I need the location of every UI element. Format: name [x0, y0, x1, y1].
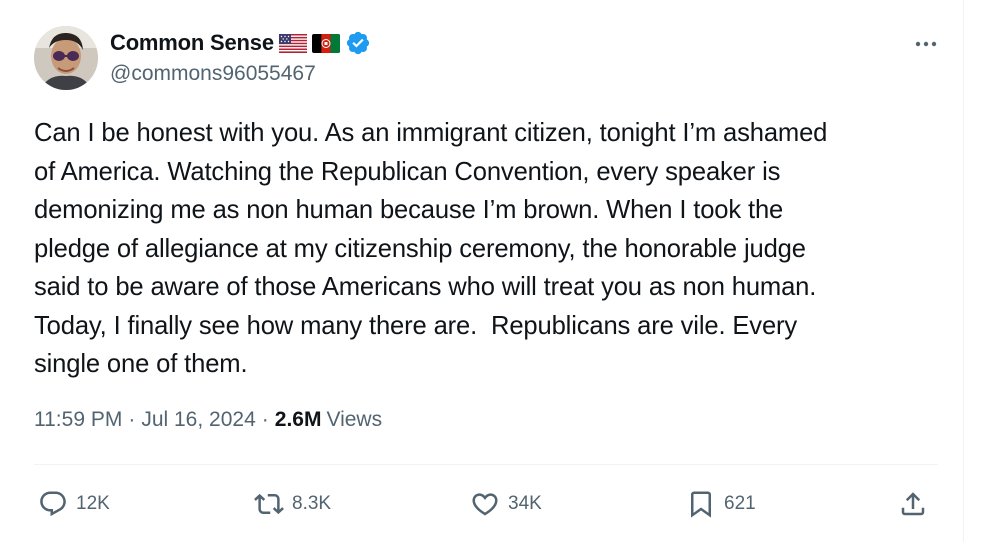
tweet-date[interactable]: Jul 16, 2024	[141, 408, 255, 432]
name-row: Common Sense	[110, 30, 371, 56]
more-options-icon[interactable]	[908, 30, 944, 58]
meta-separator: ·	[128, 408, 136, 431]
share-button[interactable]	[898, 482, 928, 526]
heart-icon	[472, 493, 498, 516]
views-count: 2.6M	[274, 408, 322, 431]
us-flag-icon	[278, 33, 307, 53]
tweet-meta: 11:59 PM · Jul 16, 2024 · 2.6M Views	[34, 408, 382, 432]
meta-separator: ·	[261, 408, 269, 431]
afghanistan-flag-icon	[311, 33, 340, 53]
tweet-text: Can I be honest with you. As an immigran…	[34, 119, 828, 378]
display-name[interactable]: Common Sense	[110, 30, 274, 56]
user-handle[interactable]: @commons96055467	[110, 62, 316, 86]
avatar[interactable]	[34, 26, 98, 90]
verified-badge-icon[interactable]	[345, 30, 371, 56]
views-label: Views	[326, 408, 383, 431]
tweet-card: Common Sense @commons96055467 Can I be h…	[0, 0, 964, 542]
retweet-button[interactable]: 8.3K	[254, 482, 331, 526]
reply-button[interactable]: 12K	[38, 482, 110, 526]
reply-count: 12K	[76, 493, 110, 514]
tweet-time[interactable]: 11:59 PM	[34, 408, 122, 432]
action-bar: 12K 8.3K 34K 621	[0, 482, 964, 526]
share-icon	[901, 492, 925, 516]
reply-icon	[40, 491, 66, 517]
bookmark-icon	[691, 491, 711, 518]
divider	[34, 464, 938, 465]
like-count: 34K	[508, 493, 542, 514]
retweet-icon	[254, 493, 284, 515]
bookmark-count: 621	[724, 493, 756, 514]
like-button[interactable]: 34K	[470, 482, 542, 526]
bookmark-button[interactable]: 621	[686, 482, 756, 526]
tweet-header: Common Sense @commons96055467	[34, 26, 944, 92]
retweet-count: 8.3K	[292, 493, 332, 514]
